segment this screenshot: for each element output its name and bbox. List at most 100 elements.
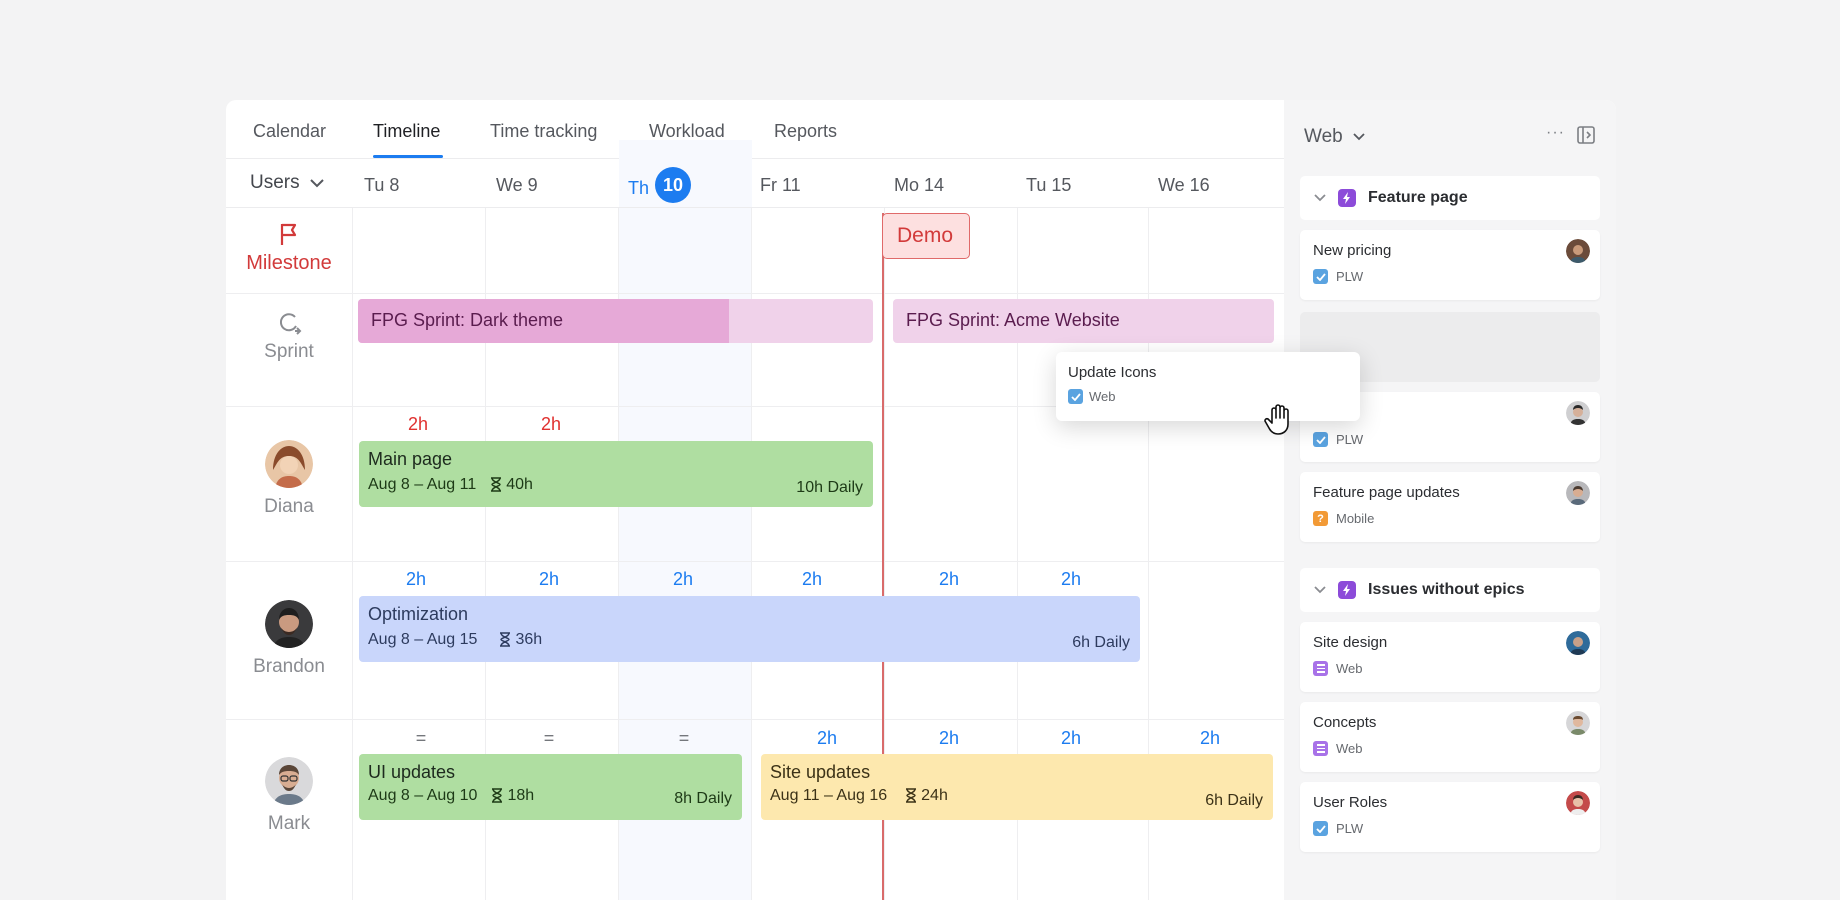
card-tag: PLW (1336, 269, 1364, 284)
avatar (265, 600, 313, 648)
card-title: Site design (1313, 634, 1388, 651)
tab-reports[interactable]: Reports (774, 121, 837, 142)
avatar (1566, 481, 1590, 505)
backlog-card[interactable]: Concepts Web (1300, 702, 1600, 772)
project-dropdown[interactable]: Web (1304, 126, 1365, 148)
backlog-card[interactable]: Feature page updates ? Mobile (1300, 472, 1600, 542)
task-daily-load: 10h Daily (796, 479, 863, 496)
row-label-user[interactable]: Mark (226, 757, 352, 835)
task-bar[interactable]: UI updates Aug 8 – Aug 10 18h 8h Daily (359, 754, 742, 820)
hourglass-icon (491, 477, 502, 492)
task-bar[interactable]: Optimization Aug 8 – Aug 15 36h 6h Daily (359, 596, 1140, 662)
task-title: Main page (368, 449, 453, 469)
dragging-task-card[interactable]: Update Icons Web (1056, 352, 1360, 421)
hourglass-icon (906, 788, 917, 803)
card-title: Update Icons (1068, 364, 1157, 381)
backlog-card[interactable]: User Roles PLW (1300, 782, 1600, 852)
epic-bolt-icon (1338, 189, 1356, 207)
card-tag: PLW (1336, 432, 1364, 447)
task-dates: Aug 8 – Aug 15 (368, 631, 478, 648)
task-estimate: 36h (515, 631, 543, 648)
row-label-user[interactable]: Brandon (226, 600, 352, 678)
project-name: Web (1304, 126, 1343, 147)
hourglass-icon (500, 632, 511, 647)
backlog-card[interactable]: Site design Web (1300, 622, 1600, 692)
daily-hours: = (415, 728, 427, 748)
tab-time-tracking[interactable]: Time tracking (490, 121, 597, 142)
today-date-badge: 10 (655, 167, 692, 203)
avatar (1566, 711, 1590, 735)
grid-line (352, 208, 353, 900)
task-bar[interactable]: Main page Aug 8 – Aug 11 40h 10h Daily (359, 441, 873, 507)
card-title: Concepts (1313, 714, 1377, 731)
card-title: New pricing (1313, 242, 1392, 259)
daily-hours: 2h (407, 414, 429, 434)
view-tabs: Calendar Timeline Time tracking Workload… (226, 100, 1284, 159)
card-tag: Mobile (1336, 511, 1375, 526)
avatar (1566, 791, 1590, 815)
hourglass-icon (492, 788, 503, 803)
epic-group-title: Feature page (1368, 189, 1468, 206)
epic-group-header[interactable]: Issues without epics (1300, 568, 1600, 612)
chevron-down-icon (309, 178, 324, 187)
task-daily-load: 6h Daily (1072, 634, 1130, 651)
row-divider (226, 561, 1284, 562)
card-title: User Roles (1313, 794, 1388, 811)
tab-timeline[interactable]: Timeline (373, 121, 440, 142)
task-title: Site updates (770, 762, 871, 782)
daily-hours: 2h (938, 569, 960, 589)
day-header: Mo 14 (894, 175, 945, 195)
daily-hours: 2h (1060, 728, 1082, 748)
row-label-milestone: Milestone (226, 222, 352, 275)
avatar (265, 757, 313, 805)
task-daily-load: 8h Daily (674, 790, 732, 807)
row-label-sprint: Sprint (226, 311, 352, 363)
daily-hours: 2h (540, 414, 562, 434)
collapse-panel-icon[interactable] (1577, 126, 1595, 144)
task-bar[interactable]: Site updates Aug 11 – Aug 16 24h 6h Dail… (761, 754, 1273, 820)
task-estimate: 24h (921, 787, 948, 804)
epic-bolt-icon (1338, 581, 1356, 599)
user-name: Mark (267, 813, 311, 834)
tab-calendar[interactable]: Calendar (253, 121, 326, 142)
daily-hours: 2h (672, 569, 694, 589)
checkbox-tag-icon (1313, 821, 1328, 836)
task-daily-load: 6h Daily (1205, 792, 1263, 809)
daily-hours: 2h (938, 728, 960, 748)
task-estimate: 18h (507, 787, 535, 804)
chevron-down-icon (1314, 586, 1326, 594)
checkbox-tag-icon (1313, 432, 1328, 447)
card-tag: Web (1336, 741, 1363, 756)
daily-hours: 2h (1199, 728, 1221, 748)
milestone-demo[interactable]: Demo (882, 213, 970, 259)
sprint-bar[interactable]: FPG Sprint: Acme Website (893, 299, 1274, 343)
avatar (1566, 631, 1590, 655)
sprint-bar[interactable]: FPG Sprint: Dark theme (358, 299, 873, 343)
task-title: Optimization (368, 604, 469, 624)
daily-hours: 2h (405, 569, 427, 589)
task-dates: Aug 11 – Aug 16 (770, 787, 888, 804)
sprint-label: Sprint (264, 341, 314, 362)
user-name: Brandon (253, 656, 325, 677)
daily-hours: 2h (1060, 569, 1082, 589)
today-day-label: Th (628, 177, 650, 198)
epic-group-header[interactable]: Feature page (1300, 176, 1600, 220)
row-divider (226, 719, 1284, 720)
daily-hours: = (543, 728, 555, 748)
sprint-cycle-icon (279, 313, 302, 335)
checkbox-tag-icon (1313, 269, 1328, 284)
tab-workload[interactable]: Workload (649, 121, 725, 142)
day-header: Tu 15 (1026, 175, 1072, 195)
backlog-card[interactable]: New pricing PLW (1300, 230, 1600, 300)
users-dropdown[interactable]: Users (250, 172, 324, 194)
sprint-title: FPG Sprint: Dark theme (371, 310, 564, 330)
card-tag: Web (1089, 389, 1116, 404)
avatar (1566, 239, 1590, 263)
daily-hours: 2h (801, 569, 823, 589)
daily-hours: = (678, 728, 690, 748)
daily-hours: 2h (816, 728, 838, 748)
task-estimate: 40h (506, 476, 533, 493)
row-label-user[interactable]: Diana (226, 440, 352, 518)
milestone-label: Milestone (246, 252, 332, 274)
more-options-button[interactable]: ··· (1546, 124, 1565, 142)
